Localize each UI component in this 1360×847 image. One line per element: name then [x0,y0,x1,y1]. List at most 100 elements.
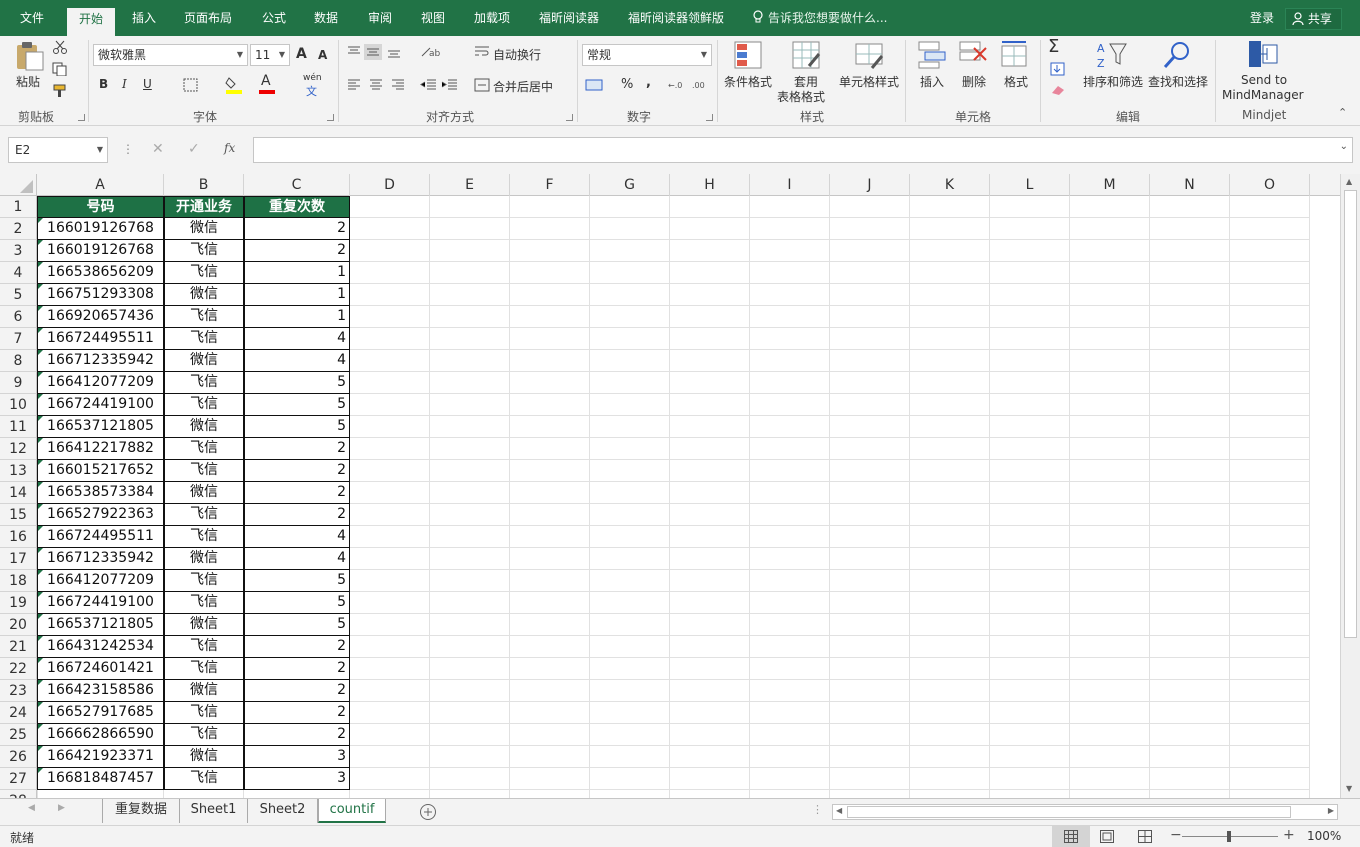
insert-function-button[interactable]: fx [224,141,235,155]
service-cell[interactable]: 飞信 [164,592,244,614]
sheet-tab-duplicate-data[interactable]: 重复数据 [103,799,180,823]
row-header-1[interactable]: 1 [0,196,37,218]
comma-style-button[interactable]: , [646,75,651,90]
row-header-3[interactable]: 3 [0,240,37,262]
column-header-d[interactable]: D [350,174,430,196]
table-header-cell[interactable]: 开通业务 [164,196,244,218]
column-header-e[interactable]: E [430,174,510,196]
phone-number-cell[interactable]: 166662866590 [37,724,164,746]
row-header-22[interactable]: 22 [0,658,37,680]
repeat-count-cell[interactable]: 2 [244,460,350,482]
row-header-15[interactable]: 15 [0,504,37,526]
page-layout-view-icon[interactable] [1100,830,1114,843]
font-size-combo[interactable]: 11 ▼ [250,44,290,66]
row-header-7[interactable]: 7 [0,328,37,350]
vertical-scrollbar[interactable]: ▲ ▼ [1340,174,1360,798]
repeat-count-cell[interactable]: 5 [244,394,350,416]
conditional-formatting-button[interactable]: 条件格式 [724,73,772,90]
service-cell[interactable]: 微信 [164,218,244,240]
tab-view[interactable]: 视图 [421,0,445,36]
cut-icon[interactable] [52,40,68,54]
tab-page-layout[interactable]: 页面布局 [184,0,232,36]
sort-filter-button[interactable]: 排序和筛选 [1083,73,1143,90]
service-cell[interactable]: 飞信 [164,768,244,790]
italic-button[interactable]: I [122,77,127,91]
decrease-font-button[interactable]: A [318,48,327,62]
phone-number-cell[interactable]: 166527922363 [37,504,164,526]
service-cell[interactable]: 微信 [164,284,244,306]
format-as-table-label-2[interactable]: 表格格式 [777,88,825,105]
phone-number-cell[interactable]: 166537121805 [37,416,164,438]
phone-number-cell[interactable]: 166421923371 [37,746,164,768]
clear-icon[interactable] [1050,84,1066,96]
service-cell[interactable]: 飞信 [164,372,244,394]
select-all-corner[interactable] [0,174,37,196]
increase-font-button[interactable]: A [296,46,307,62]
row-header-18[interactable]: 18 [0,570,37,592]
conditional-formatting-icon[interactable] [733,40,765,72]
percent-button[interactable]: % [621,77,633,92]
fill-icon[interactable] [1050,62,1066,76]
send-to-label[interactable]: Send to [1241,73,1287,87]
accounting-format-icon[interactable] [585,78,607,92]
format-as-table-icon[interactable] [791,40,823,72]
phone-number-cell[interactable]: 166724419100 [37,394,164,416]
row-header-8[interactable]: 8 [0,350,37,372]
wrap-text-icon[interactable] [474,45,490,59]
prev-sheet-icon[interactable]: ◀ [28,803,35,813]
insert-cells-icon[interactable] [917,40,947,70]
cancel-icon[interactable]: ✕ [152,141,164,157]
indent-icons[interactable] [420,78,460,92]
service-cell[interactable]: 微信 [164,416,244,438]
zoom-out-button[interactable]: − [1170,827,1182,843]
service-cell[interactable]: 飞信 [164,526,244,548]
tab-addins[interactable]: 加载项 [474,0,510,36]
row-header-20[interactable]: 20 [0,614,37,636]
service-cell[interactable]: 飞信 [164,460,244,482]
zoom-slider-thumb[interactable] [1227,831,1231,842]
magnifier-icon[interactable] [1162,40,1192,70]
phone-number-cell[interactable]: 166724495511 [37,328,164,350]
service-cell[interactable]: 飞信 [164,724,244,746]
tab-insert[interactable]: 插入 [132,0,156,36]
bold-button[interactable]: B [99,77,108,91]
service-cell[interactable]: 微信 [164,746,244,768]
column-header-h[interactable]: H [670,174,750,196]
row-header-10[interactable]: 10 [0,394,37,416]
phone-number-cell[interactable]: 166538656209 [37,262,164,284]
service-cell[interactable]: 飞信 [164,570,244,592]
repeat-count-cell[interactable]: 2 [244,504,350,526]
row-header-28[interactable]: 28 [0,790,37,798]
repeat-count-cell[interactable]: 2 [244,482,350,504]
row-header-27[interactable]: 27 [0,768,37,790]
next-sheet-icon[interactable]: ▶ [58,803,65,813]
cell-styles-button[interactable]: 单元格样式 [839,73,899,90]
sheet-tab-sheet1[interactable]: Sheet1 [180,799,248,823]
tab-home[interactable]: 开始 [67,8,116,36]
repeat-count-cell[interactable]: 2 [244,636,350,658]
row-header-26[interactable]: 26 [0,746,37,768]
font-name-combo[interactable]: 微软雅黑 ▼ [93,44,248,66]
column-header-o[interactable]: O [1230,174,1310,196]
login-link[interactable]: 登录 [1250,0,1274,36]
tell-me-box[interactable]: 告诉我您想要做什么... [752,0,887,36]
table-header-cell[interactable]: 号码 [37,196,164,218]
repeat-count-cell[interactable]: 4 [244,328,350,350]
service-cell[interactable]: 微信 [164,548,244,570]
service-cell[interactable]: 飞信 [164,438,244,460]
phone-number-cell[interactable]: 166431242534 [37,636,164,658]
borders-icon[interactable] [183,78,199,92]
phone-number-cell[interactable]: 166423158586 [37,680,164,702]
repeat-count-cell[interactable]: 5 [244,570,350,592]
repeat-count-cell[interactable]: 1 [244,306,350,328]
column-header-a[interactable]: A [37,174,164,196]
decimal-icons[interactable]: ←.0 .00 [668,76,714,92]
phonetic-button[interactable]: 文 [306,83,317,99]
column-header-c[interactable]: C [244,174,350,196]
row-header-23[interactable]: 23 [0,680,37,702]
row-header-13[interactable]: 13 [0,460,37,482]
column-header-m[interactable]: M [1070,174,1150,196]
zoom-in-button[interactable]: + [1283,827,1295,843]
phone-number-cell[interactable]: 166537121805 [37,614,164,636]
formula-input[interactable]: ⌄ [253,137,1353,163]
